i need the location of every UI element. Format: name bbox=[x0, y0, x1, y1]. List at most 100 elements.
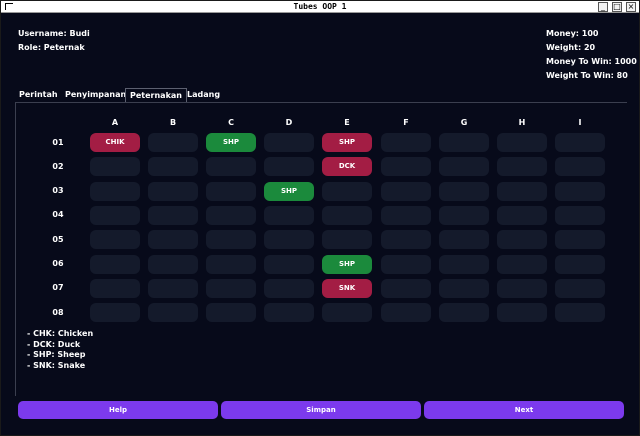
empty-cell[interactable] bbox=[555, 279, 605, 298]
empty-cell[interactable] bbox=[264, 255, 314, 274]
empty-cell[interactable] bbox=[148, 157, 198, 176]
empty-cell[interactable] bbox=[381, 255, 431, 274]
empty-cell[interactable] bbox=[381, 230, 431, 249]
maximize-icon[interactable]: □ bbox=[612, 2, 622, 12]
empty-cell[interactable] bbox=[90, 157, 140, 176]
column-header: G bbox=[460, 118, 468, 127]
empty-cell[interactable] bbox=[148, 279, 198, 298]
tab-peternakan[interactable]: Peternakan bbox=[125, 88, 187, 102]
empty-cell[interactable] bbox=[555, 230, 605, 249]
help-button[interactable]: Help bbox=[18, 401, 218, 419]
animal-cell[interactable]: SHP bbox=[322, 133, 372, 152]
tab-penyimpanan[interactable]: Penyimpanan bbox=[65, 88, 126, 102]
tab-ladang[interactable]: Ladang bbox=[187, 88, 220, 102]
legend-item-chicken: - CHK: Chicken bbox=[27, 329, 94, 338]
empty-cell[interactable] bbox=[381, 133, 431, 152]
empty-cell[interactable] bbox=[90, 303, 140, 322]
animal-cell[interactable]: DCK bbox=[322, 157, 372, 176]
role-label: Role: Peternak bbox=[18, 43, 85, 52]
empty-cell[interactable] bbox=[381, 303, 431, 322]
empty-cell[interactable] bbox=[497, 157, 547, 176]
legend-item-duck: - DCK: Duck bbox=[27, 339, 81, 349]
empty-cell[interactable] bbox=[322, 182, 372, 201]
empty-cell[interactable] bbox=[264, 230, 314, 249]
empty-cell[interactable] bbox=[148, 303, 198, 322]
empty-cell[interactable] bbox=[555, 182, 605, 201]
empty-cell[interactable] bbox=[381, 182, 431, 201]
empty-cell[interactable] bbox=[381, 279, 431, 298]
empty-cell[interactable] bbox=[439, 230, 489, 249]
empty-cell[interactable] bbox=[264, 303, 314, 322]
empty-cell[interactable] bbox=[439, 279, 489, 298]
empty-cell[interactable] bbox=[439, 255, 489, 274]
empty-cell[interactable] bbox=[206, 303, 256, 322]
empty-cell[interactable] bbox=[497, 206, 547, 225]
empty-cell[interactable] bbox=[206, 157, 256, 176]
empty-cell[interactable] bbox=[439, 182, 489, 201]
close-icon[interactable]: × bbox=[626, 2, 636, 12]
empty-cell[interactable] bbox=[322, 303, 372, 322]
empty-cell[interactable] bbox=[90, 230, 140, 249]
column-header: I bbox=[578, 118, 582, 127]
row-header: 05 bbox=[52, 235, 64, 244]
empty-cell[interactable] bbox=[322, 230, 372, 249]
animal-cell[interactable]: SHP bbox=[206, 133, 256, 152]
empty-cell[interactable] bbox=[90, 255, 140, 274]
title-bar: Tubes OOP 1 _ □ × bbox=[1, 1, 639, 13]
empty-cell[interactable] bbox=[206, 206, 256, 225]
empty-cell[interactable] bbox=[439, 303, 489, 322]
empty-cell[interactable] bbox=[497, 182, 547, 201]
empty-cell[interactable] bbox=[148, 230, 198, 249]
column-header: H bbox=[518, 118, 526, 127]
empty-cell[interactable] bbox=[90, 182, 140, 201]
empty-cell[interactable] bbox=[439, 206, 489, 225]
empty-cell[interactable] bbox=[206, 279, 256, 298]
animal-cell[interactable]: SHP bbox=[322, 255, 372, 274]
column-header: E bbox=[344, 118, 350, 127]
empty-cell[interactable] bbox=[264, 157, 314, 176]
empty-cell[interactable] bbox=[497, 255, 547, 274]
empty-cell[interactable] bbox=[439, 133, 489, 152]
next-button[interactable]: Next bbox=[424, 401, 624, 419]
empty-cell[interactable] bbox=[264, 206, 314, 225]
empty-cell[interactable] bbox=[148, 133, 198, 152]
empty-cell[interactable] bbox=[555, 255, 605, 274]
minimize-icon[interactable]: _ bbox=[598, 2, 608, 12]
empty-cell[interactable] bbox=[555, 133, 605, 152]
animal-cell[interactable]: SNK bbox=[322, 279, 372, 298]
empty-cell[interactable] bbox=[264, 279, 314, 298]
empty-cell[interactable] bbox=[497, 133, 547, 152]
empty-cell[interactable] bbox=[497, 279, 547, 298]
empty-cell[interactable] bbox=[206, 182, 256, 201]
empty-cell[interactable] bbox=[264, 133, 314, 152]
animal-cell[interactable]: CHIK bbox=[90, 133, 140, 152]
column-header: C bbox=[228, 118, 234, 127]
empty-cell[interactable] bbox=[555, 157, 605, 176]
empty-cell[interactable] bbox=[381, 157, 431, 176]
empty-cell[interactable] bbox=[90, 206, 140, 225]
legend: - CHK: Chicken - DCK: Duck - SHP: Sheep … bbox=[27, 329, 93, 371]
empty-cell[interactable] bbox=[497, 230, 547, 249]
empty-cell[interactable] bbox=[555, 206, 605, 225]
empty-cell[interactable] bbox=[90, 279, 140, 298]
empty-cell[interactable] bbox=[381, 206, 431, 225]
row-header: 07 bbox=[52, 283, 64, 292]
tab-perintah[interactable]: Perintah bbox=[19, 88, 58, 102]
empty-cell[interactable] bbox=[206, 230, 256, 249]
row-header: 02 bbox=[52, 162, 64, 171]
empty-cell[interactable] bbox=[555, 303, 605, 322]
animal-cell[interactable]: SHP bbox=[264, 182, 314, 201]
legend-item-snake: - SNK: Snake bbox=[27, 360, 86, 370]
empty-cell[interactable] bbox=[148, 255, 198, 274]
empty-cell[interactable] bbox=[439, 157, 489, 176]
row-header: 04 bbox=[52, 210, 64, 219]
empty-cell[interactable] bbox=[497, 303, 547, 322]
empty-cell[interactable] bbox=[148, 206, 198, 225]
tab-divider bbox=[15, 102, 627, 103]
column-header: A bbox=[111, 118, 119, 127]
app-window: Tubes OOP 1 _ □ × Username: Budi Role: P… bbox=[0, 0, 640, 436]
empty-cell[interactable] bbox=[322, 206, 372, 225]
empty-cell[interactable] bbox=[148, 182, 198, 201]
save-button[interactable]: Simpan bbox=[221, 401, 421, 419]
empty-cell[interactable] bbox=[206, 255, 256, 274]
